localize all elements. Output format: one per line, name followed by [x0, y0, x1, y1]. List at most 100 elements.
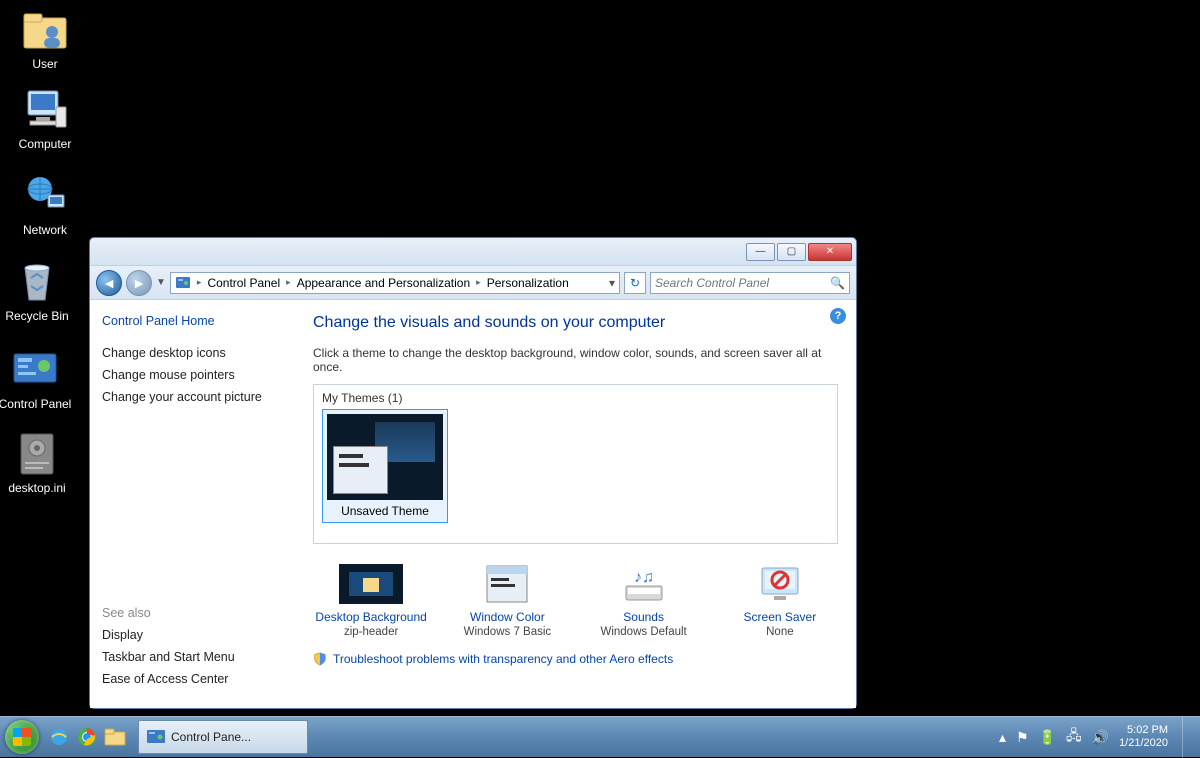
control-panel-small-icon	[147, 729, 165, 745]
see-also-display[interactable]: Display	[102, 628, 283, 642]
nav-history-dropdown[interactable]: ▼	[156, 277, 166, 288]
chrome-icon	[77, 727, 97, 747]
see-also-header: See also	[102, 606, 283, 620]
option-value: Windows Default	[586, 626, 702, 638]
troubleshoot-link[interactable]: Troubleshoot problems with transparency …	[333, 652, 673, 666]
see-also-ease-of-access[interactable]: Ease of Access Center	[102, 672, 283, 686]
page-description: Click a theme to change the desktop back…	[313, 346, 838, 374]
desktop-icon-recycle-bin[interactable]: Recycle Bin	[0, 258, 76, 323]
icon-label: Recycle Bin	[0, 309, 76, 323]
titlebar[interactable]: — ▢ ✕	[90, 238, 856, 266]
minimize-button[interactable]: —	[746, 243, 775, 261]
taskbar-button-label: Control Pane...	[171, 730, 251, 744]
show-desktop-button[interactable]	[1182, 717, 1194, 758]
recycle-bin-icon	[13, 258, 61, 306]
taskbar-clock[interactable]: 5:02 PM 1/21/2020	[1119, 724, 1172, 750]
breadcrumb-arrow-icon[interactable]: ▸	[286, 277, 291, 288]
tray-volume-icon[interactable]: 🔊	[1092, 729, 1109, 746]
clock-date: 1/21/2020	[1119, 737, 1168, 750]
computer-icon	[21, 86, 69, 134]
sidebar-link-mouse-pointers[interactable]: Change mouse pointers	[102, 368, 283, 382]
main-panel: ? Change the visuals and sounds on your …	[295, 300, 856, 708]
themes-group-header: My Themes (1)	[322, 391, 829, 405]
ie-icon	[49, 727, 69, 747]
desktop-icon-user[interactable]: User	[6, 6, 84, 71]
sidebar-link-account-picture[interactable]: Change your account picture	[102, 390, 283, 404]
desktop-icon-desktop-ini[interactable]: desktop.ini	[0, 430, 76, 495]
theme-item-selected[interactable]: Unsaved Theme	[322, 409, 448, 523]
control-panel-icon	[11, 346, 59, 394]
tray-flag-icon[interactable]: ⚑	[1016, 729, 1029, 746]
help-icon[interactable]: ?	[830, 308, 846, 324]
breadcrumb-segment[interactable]: Appearance and Personalization	[297, 276, 470, 290]
themes-list[interactable]: My Themes (1) Unsaved Theme	[313, 384, 838, 544]
troubleshoot-row: Troubleshoot problems with transparency …	[313, 652, 838, 666]
desktop-icon-network[interactable]: Network	[6, 172, 84, 237]
icon-label: Network	[6, 223, 84, 237]
option-desktop-background[interactable]: Desktop Background zip-header	[313, 562, 429, 638]
sounds-icon: ♪♫	[586, 562, 702, 606]
desktop-icon-computer[interactable]: Computer	[6, 86, 84, 151]
pinned-explorer[interactable]	[102, 721, 128, 753]
folder-user-icon	[21, 6, 69, 54]
window-color-icon	[449, 562, 565, 606]
option-window-color[interactable]: Window Color Windows 7 Basic	[449, 562, 565, 638]
option-title: Screen Saver	[722, 610, 838, 624]
search-input[interactable]	[655, 276, 830, 290]
taskbar-button-control-panel[interactable]: Control Pane...	[138, 720, 308, 754]
pinned-chrome[interactable]	[74, 721, 100, 753]
network-icon	[21, 172, 69, 220]
search-box[interactable]: 🔍	[650, 272, 850, 294]
see-also-taskbar[interactable]: Taskbar and Start Menu	[102, 650, 283, 664]
breadcrumb-segment[interactable]: Personalization	[487, 276, 569, 290]
control-panel-small-icon	[175, 275, 191, 291]
tray-network-icon[interactable]: 🖧	[1066, 725, 1082, 749]
breadcrumb-arrow-icon[interactable]: ▸	[476, 277, 481, 288]
sidebar-link-desktop-icons[interactable]: Change desktop icons	[102, 346, 283, 360]
start-button[interactable]	[0, 717, 44, 758]
page-title: Change the visuals and sounds on your co…	[313, 314, 838, 332]
svg-text:♪♫: ♪♫	[634, 569, 654, 586]
icon-label: Control Panel	[0, 397, 74, 411]
desktop-background-icon	[313, 562, 429, 606]
ini-file-icon	[13, 430, 61, 478]
tray-show-hidden-icon[interactable]: ▴	[999, 729, 1006, 746]
clock-time: 5:02 PM	[1119, 724, 1168, 737]
option-value: zip-header	[313, 626, 429, 638]
option-title: Window Color	[449, 610, 565, 624]
breadcrumb-arrow-icon[interactable]: ▸	[197, 277, 202, 288]
option-title: Desktop Background	[313, 610, 429, 624]
pinned-ie[interactable]	[46, 721, 72, 753]
address-dropdown[interactable]: ▾	[609, 276, 615, 290]
shield-icon	[313, 652, 327, 666]
option-sounds[interactable]: ♪♫ Sounds Windows Default	[586, 562, 702, 638]
option-value: None	[722, 626, 838, 638]
icon-label: Computer	[6, 137, 84, 151]
maximize-button[interactable]: ▢	[777, 243, 806, 261]
tray-battery-icon[interactable]: 🔋	[1039, 729, 1056, 746]
control-panel-window: — ▢ ✕ ◄ ► ▼ ▸ Control Panel ▸ Appearance…	[89, 237, 857, 709]
option-value: Windows 7 Basic	[449, 626, 565, 638]
control-panel-home-link[interactable]: Control Panel Home	[102, 314, 283, 328]
close-button[interactable]: ✕	[808, 243, 852, 261]
theme-name: Unsaved Theme	[327, 504, 443, 518]
icon-label: desktop.ini	[0, 481, 76, 495]
system-tray: ▴ ⚑ 🔋 🖧 🔊 5:02 PM 1/21/2020	[999, 717, 1200, 758]
option-title: Sounds	[586, 610, 702, 624]
screen-saver-icon	[722, 562, 838, 606]
theme-preview-icon	[327, 414, 443, 500]
taskbar: Control Pane... ▴ ⚑ 🔋 🖧 🔊 5:02 PM 1/21/2…	[0, 716, 1200, 757]
breadcrumb-segment[interactable]: Control Panel	[207, 276, 280, 290]
refresh-button[interactable]: ↻	[624, 272, 646, 294]
icon-label: User	[6, 57, 84, 71]
sidebar: Control Panel Home Change desktop icons …	[90, 300, 295, 708]
option-screen-saver[interactable]: Screen Saver None	[722, 562, 838, 638]
forward-button[interactable]: ►	[126, 270, 152, 296]
explorer-icon	[104, 728, 126, 746]
windows-orb-icon	[5, 720, 39, 754]
search-icon[interactable]: 🔍	[830, 276, 845, 290]
desktop-icon-control-panel[interactable]: Control Panel	[0, 346, 74, 411]
address-bar: ◄ ► ▼ ▸ Control Panel ▸ Appearance and P…	[90, 266, 856, 300]
back-button[interactable]: ◄	[96, 270, 122, 296]
breadcrumb-bar[interactable]: ▸ Control Panel ▸ Appearance and Persona…	[170, 272, 620, 294]
